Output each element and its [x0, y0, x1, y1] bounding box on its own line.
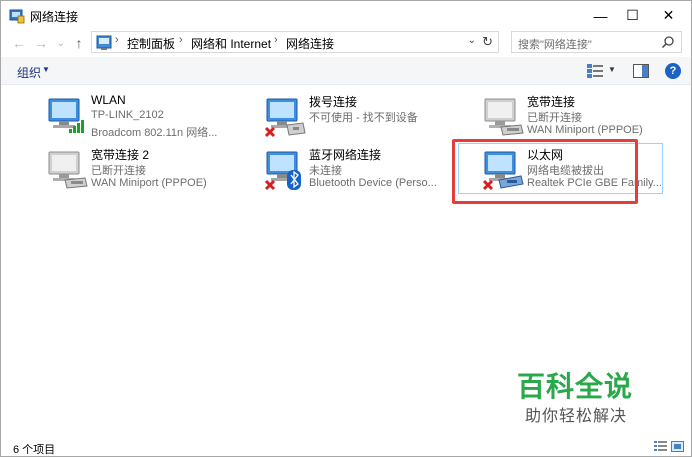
forward-button[interactable]: →	[31, 33, 51, 53]
item-count: 6 个项目	[13, 444, 56, 456]
breadcrumb-separator[interactable]: ›	[179, 34, 183, 46]
navigation-bar: ← → ⌄ ↑ › 控制面板 › 网络和 Internet › 网络连接 ⌄ ↻…	[1, 30, 691, 56]
large-icons-view-icon[interactable]	[671, 441, 684, 452]
connection-status: 不可使用 - 找不到设备	[309, 112, 418, 124]
address-bar[interactable]: › 控制面板 › 网络和 Internet › 网络连接 ⌄ ↻	[91, 31, 499, 53]
connection-name: 宽带连接 2	[91, 148, 150, 162]
connection-device: WAN Miniport (PPPOE)	[91, 177, 207, 189]
connection-status: 未连接	[309, 165, 342, 177]
status-bar: 6 个项目	[1, 438, 691, 456]
connection-status: TP-LINK_2102	[91, 109, 164, 121]
connection-name: WLAN	[91, 93, 126, 107]
up-button[interactable]: ↑	[69, 33, 89, 53]
command-bar: 组织 ▼ ▼ ?	[1, 57, 691, 85]
recent-locations-button[interactable]: ⌄	[51, 33, 71, 53]
network-connections-window: 网络连接 — ☐ ✕ ← → ⌄ ↑ › 控制面板 › 网络和 Internet…	[0, 0, 692, 457]
connection-device: WAN Miniport (PPPOE)	[527, 124, 643, 136]
highlight-box	[452, 139, 638, 204]
title-bar: 网络连接 — ☐ ✕	[1, 1, 691, 30]
breadcrumb-network-connections[interactable]: 网络连接	[286, 35, 334, 52]
wan-miniport-icon	[48, 151, 88, 189]
breadcrumb-separator[interactable]: ›	[115, 34, 119, 46]
back-button[interactable]: ←	[9, 33, 29, 53]
connection-item-wlan[interactable]: WLAN TP-LINK_2102 Broadcom 802.11n 网络...	[45, 93, 245, 141]
connection-device: Bluetooth Device (Perso...	[309, 177, 437, 189]
preview-pane-icon[interactable]	[633, 64, 649, 78]
breadcrumb-separator[interactable]: ›	[274, 34, 278, 46]
breadcrumb-control-panel[interactable]: 控制面板	[127, 35, 175, 52]
connection-name: 蓝牙网络连接	[309, 148, 382, 162]
help-icon[interactable]: ?	[665, 63, 681, 79]
window-title: 网络连接	[30, 10, 79, 24]
wifi-adapter-icon	[48, 98, 84, 133]
connection-name: 宽带连接	[527, 95, 576, 109]
connection-item-broadband[interactable]: 宽带连接 已断开连接 WAN Miniport (PPPOE)	[481, 93, 681, 141]
chevron-down-icon[interactable]: ▼	[42, 65, 50, 74]
wan-miniport-icon	[484, 98, 524, 136]
organize-button[interactable]: 组织	[17, 64, 41, 81]
view-options-chevron-icon[interactable]: ▼	[608, 65, 616, 74]
connection-device: Broadcom 802.11n 网络...	[91, 127, 218, 139]
search-placeholder: 搜索"网络连接"	[518, 39, 592, 51]
connection-item-broadband-2[interactable]: 宽带连接 2 已断开连接 WAN Miniport (PPPOE)	[45, 146, 245, 194]
bluetooth-icon	[264, 151, 301, 191]
close-button[interactable]: ✕	[646, 1, 691, 30]
details-view-icon[interactable]	[654, 441, 667, 452]
connection-status: 已断开连接	[91, 165, 146, 177]
connection-status: 已断开连接	[527, 112, 582, 124]
refresh-button[interactable]: ↻	[482, 34, 493, 50]
connection-name: 拨号连接	[309, 95, 358, 109]
dialup-modem-icon	[264, 98, 306, 138]
connection-item-bluetooth[interactable]: 蓝牙网络连接 未连接 Bluetooth Device (Perso...	[263, 146, 463, 194]
breadcrumb-network-internet[interactable]: 网络和 Internet	[191, 35, 271, 52]
change-view-icon[interactable]	[587, 64, 603, 78]
address-dropdown-button[interactable]: ⌄	[468, 35, 476, 46]
search-box[interactable]: 搜索"网络连接"	[511, 31, 682, 53]
watermark-title: 百科全说	[517, 370, 634, 403]
control-panel-icon	[96, 35, 112, 50]
network-connections-icon	[9, 9, 25, 24]
connection-item-dialup[interactable]: 拨号连接 不可使用 - 找不到设备	[263, 93, 463, 141]
search-icon[interactable]	[661, 35, 675, 49]
watermark-subtitle: 助你轻松解决	[525, 406, 628, 425]
